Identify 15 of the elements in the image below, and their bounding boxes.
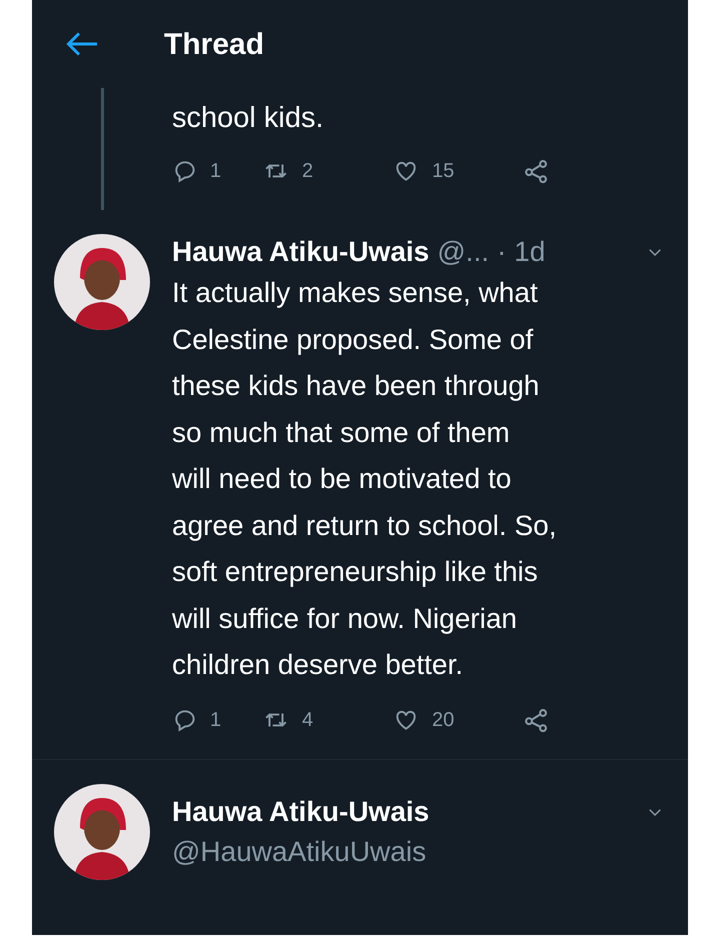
tweet-time: · 1d: [497, 235, 546, 269]
author-name[interactable]: Hauwa Atiku-Uwais: [172, 234, 430, 270]
reply-count: 1: [210, 708, 222, 732]
tweet-text: school kids.: [172, 101, 325, 136]
share-icon[interactable]: [522, 157, 550, 185]
author-name[interactable]: Hauwa Atiku-Uwais: [172, 792, 430, 832]
tweet-text: It actually makes sense, what Celestine proposed. Some of these kids have been through so much that some of them will need to be motivated to agree and return to school. So, soft entrepreneurship like this will suffice for now. Nigerian children deserve better.: [172, 276, 558, 682]
like-count: 20: [432, 708, 454, 732]
reply-count: 1: [210, 159, 222, 184]
header-title: Thread: [164, 26, 264, 62]
like-count: 15: [432, 159, 454, 184]
author-handle: @HauwaAtikuUwais: [172, 834, 428, 868]
retweet-count: 2: [302, 159, 314, 184]
retweet-count: 4: [302, 708, 314, 732]
author-handle: @...: [437, 235, 490, 269]
